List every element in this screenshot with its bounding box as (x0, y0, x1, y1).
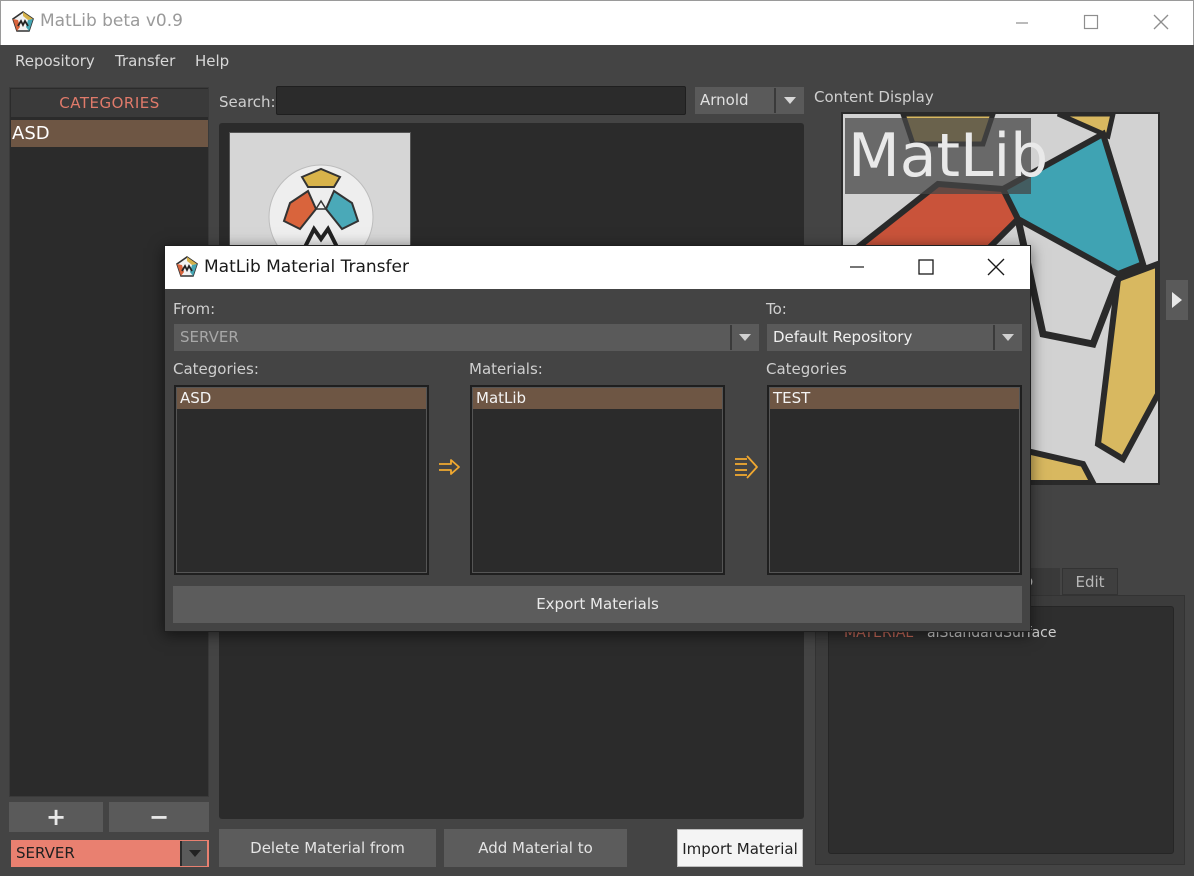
minimize-button[interactable] (999, 0, 1045, 44)
to-dropdown-button[interactable] (993, 325, 1021, 350)
from-dropdown-button[interactable] (730, 325, 758, 350)
app-title: MatLib beta v0.9 (40, 11, 183, 31)
tab-edit[interactable]: Edit (1062, 568, 1118, 595)
search-label: Search: (219, 93, 276, 111)
chevron-down-icon (188, 849, 201, 857)
target-categories-list[interactable] (767, 385, 1022, 575)
maximize-icon (918, 259, 934, 275)
multi-arrow-right-icon (735, 455, 758, 479)
minimize-icon (1016, 22, 1028, 24)
close-button[interactable] (1138, 0, 1184, 44)
matlib-logo-icon (12, 11, 34, 32)
material-thumbnail[interactable] (229, 132, 411, 252)
maximize-icon (1083, 14, 1099, 30)
material-sphere-image (230, 133, 410, 251)
remove-category-button[interactable]: − (109, 802, 209, 832)
close-icon (987, 258, 1005, 276)
materials-list[interactable] (470, 385, 725, 575)
content-display-label: Content Display (814, 88, 934, 106)
info-panel (828, 606, 1174, 854)
dialog-close-button[interactable] (973, 246, 1019, 288)
chevron-right-icon (1172, 292, 1182, 308)
maximize-button[interactable] (1068, 0, 1114, 44)
dialog-minimize-button[interactable] (834, 246, 880, 288)
search-input[interactable] (276, 86, 686, 115)
menu-bar (0, 45, 1194, 79)
from-select[interactable]: SERVER (174, 324, 759, 351)
source-categories-label: Categories: (173, 360, 259, 378)
to-label: To: (766, 300, 787, 318)
close-icon (1153, 14, 1169, 30)
categories-header: CATEGORIES (11, 89, 208, 117)
repository-dropdown-button[interactable] (180, 841, 207, 866)
add-material-button[interactable]: Add Material to Category (444, 829, 627, 867)
from-label: From: (173, 300, 216, 318)
menu-transfer[interactable]: Transfer (115, 52, 175, 70)
dialog-maximize-button[interactable] (903, 246, 949, 288)
menu-help[interactable]: Help (195, 52, 229, 70)
renderer-dropdown-button[interactable] (774, 88, 803, 113)
chevron-down-icon (739, 333, 751, 341)
source-category-item[interactable]: ASD (177, 388, 426, 409)
export-materials-button[interactable]: Export Materials (173, 586, 1022, 623)
target-categories-label: Categories (766, 360, 847, 378)
to-select[interactable]: Default Repository (767, 324, 1022, 351)
chevron-down-icon (1002, 333, 1014, 341)
preview-title: MatLib (845, 118, 1048, 194)
chevron-down-icon (783, 96, 796, 104)
dialog-title: MatLib Material Transfer (204, 257, 409, 277)
import-material-button[interactable]: Import Material (677, 829, 803, 867)
source-categories-list[interactable] (174, 385, 429, 575)
arrow-right-icon (439, 459, 460, 475)
add-category-button[interactable]: + (9, 802, 103, 832)
matlib-logo-icon (176, 256, 198, 277)
target-category-item[interactable]: TEST (770, 388, 1019, 409)
materials-label: Materials: (469, 360, 543, 378)
category-item-asd[interactable]: ASD (11, 120, 208, 147)
material-item[interactable]: MatLib (473, 388, 722, 409)
minimize-icon (850, 266, 864, 268)
delete-material-button[interactable]: Delete Material from Category (219, 829, 436, 867)
expand-panel-button[interactable] (1166, 280, 1188, 320)
menu-repository[interactable]: Repository (15, 52, 95, 70)
